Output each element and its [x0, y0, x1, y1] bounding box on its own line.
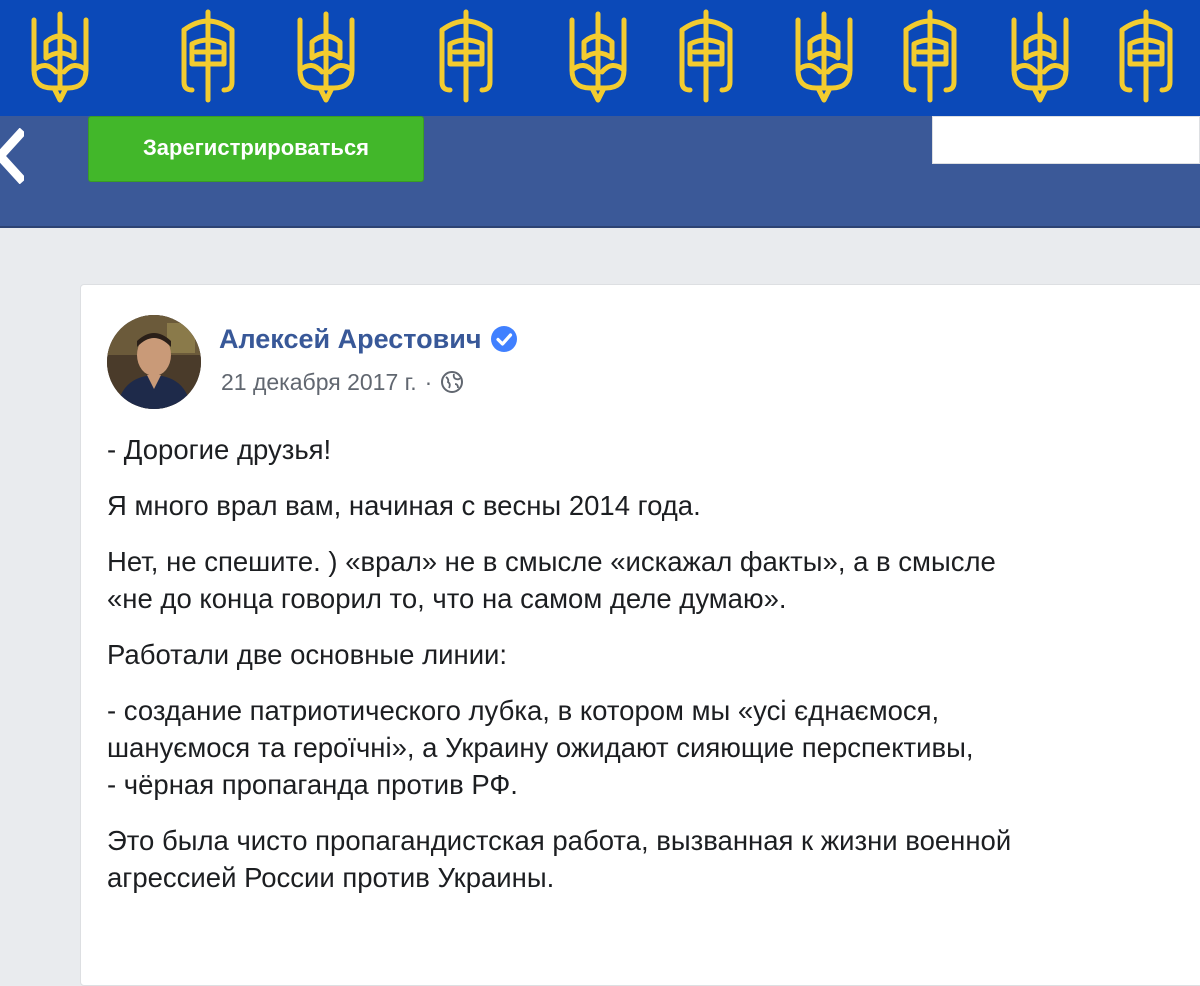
post-paragraph: Работали две основные линии:: [107, 636, 1177, 673]
post-text-line: - чёрная пропаганда против РФ.: [107, 769, 518, 800]
post-card: Алексей Арестович 21 декабря 2017 г. · -…: [80, 284, 1200, 986]
post-paragraph: - Дорогие друзья!: [107, 431, 1177, 468]
post-text-line: Это была чисто пропагандистская работа, …: [107, 825, 1012, 856]
chevron-left-icon[interactable]: [0, 128, 24, 184]
trident-icon: [12, 4, 108, 108]
trident-sword-icon: [418, 4, 514, 108]
post-date-link[interactable]: 21 декабря 2017 г.: [221, 369, 417, 396]
post-paragraph: Это была чисто пропагандистская работа, …: [107, 822, 1177, 896]
register-button[interactable]: Зарегистрироваться: [88, 116, 424, 182]
trident-icon: [992, 4, 1088, 108]
author-name-link[interactable]: Алексей Арестович: [219, 324, 482, 355]
post-text-line: агрессией России против Украины.: [107, 862, 555, 893]
trident-icon: [278, 4, 374, 108]
verified-badge-icon: [490, 326, 517, 352]
avatar[interactable]: [107, 315, 201, 409]
post-paragraph: Я много врал вам, начиная с весны 2014 г…: [107, 487, 1177, 524]
post-text-line: - Дорогие друзья!: [107, 434, 332, 465]
post-text: - Дорогие друзья! Я много врал вам, начин…: [107, 431, 1177, 915]
post-text-line: Нет, не спешите. ) «врал» не в смысле «и…: [107, 546, 996, 577]
trident-sword-icon: [1098, 4, 1194, 108]
meta-separator: ·: [424, 368, 433, 395]
post-text-line: «не до конца говорил то, что на самом де…: [107, 583, 787, 614]
trident-icon: [776, 4, 872, 108]
globe-icon: [441, 371, 464, 393]
search-input[interactable]: [932, 116, 1200, 164]
post-paragraph: Нет, не спешите. ) «врал» не в смысле «и…: [107, 543, 1177, 617]
trident-sword-icon: [160, 4, 256, 108]
post-text-line: Я много врал вам, начиная с весны 2014 г…: [107, 490, 701, 521]
trident-sword-icon: [882, 4, 978, 108]
post-text-line: шануємося та героїчні», а Украину ожидаю…: [107, 732, 974, 763]
emblem-banner: [0, 0, 1200, 116]
trident-sword-icon: [658, 4, 754, 108]
trident-icon: [550, 4, 646, 108]
post-paragraph: - создание патриотического лубка, в кото…: [107, 692, 1177, 803]
post-text-line: - создание патриотического лубка, в кото…: [107, 695, 940, 726]
post-text-line: Работали две основные линии:: [107, 639, 508, 670]
